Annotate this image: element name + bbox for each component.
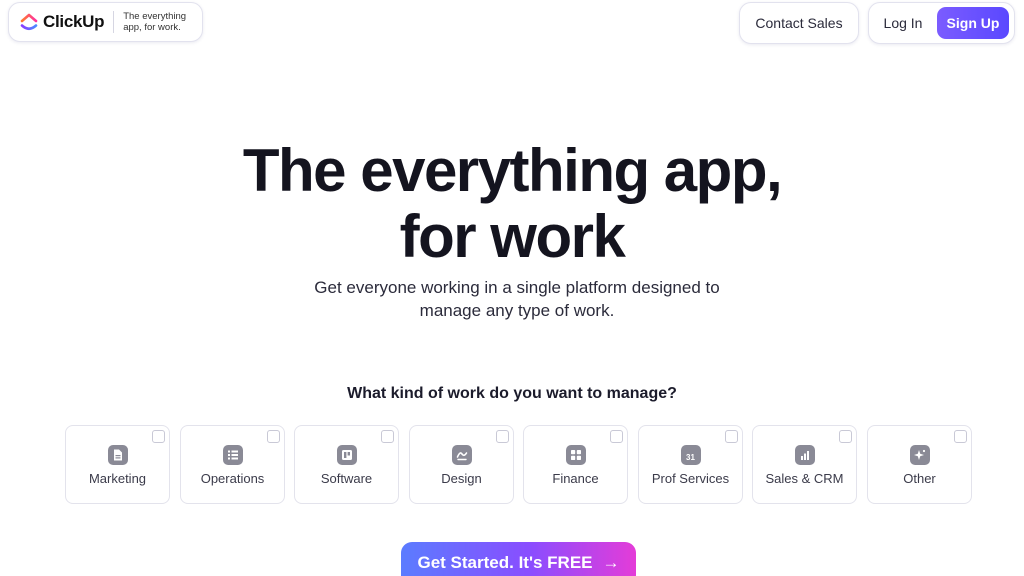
sparkle-icon (909, 445, 930, 465)
checkbox[interactable] (954, 430, 967, 443)
logo-divider (113, 11, 115, 33)
checkbox[interactable] (152, 430, 165, 443)
checkbox[interactable] (725, 430, 738, 443)
work-type-question: What kind of work do you want to manage? (347, 385, 677, 402)
work-type-label: Sales & CRM (765, 471, 844, 486)
hero-subtitle: Get everyone working in a single platfor… (314, 278, 720, 320)
calendar-icon-text: 31 (686, 452, 695, 462)
list-icon (222, 445, 243, 465)
hero-title: The everything app, for work (0, 138, 1024, 270)
arrow-right-icon: → (602, 553, 620, 572)
signup-button[interactable]: Sign Up (937, 7, 1009, 39)
contact-sales-button[interactable]: Contact Sales (739, 2, 859, 44)
brand-name: ClickUp (43, 12, 105, 31)
hero-title-line2: for work (399, 203, 626, 270)
clickup-logo-icon (20, 13, 38, 31)
work-type-label: Finance (552, 471, 599, 486)
work-type-label: Other (903, 471, 936, 486)
work-type-label: Software (320, 471, 373, 486)
work-type-card-marketing[interactable]: Marketing (65, 425, 170, 504)
work-type-card-prof-services[interactable]: 31 Prof Services (638, 425, 743, 504)
work-type-options: Marketing Operations Software Design Fin… (65, 425, 975, 504)
grid-icon (565, 445, 586, 465)
work-type-label: Marketing (88, 471, 147, 486)
board-icon (336, 445, 357, 465)
work-type-card-design[interactable]: Design (409, 425, 514, 504)
login-button[interactable]: Log In (869, 15, 937, 31)
work-type-label: Operations (200, 471, 265, 486)
work-type-label: Design (441, 471, 482, 486)
get-started-label: Get Started. It's FREE (417, 553, 593, 572)
hero-title-line1: The everything app, (242, 137, 783, 204)
auth-group: Log In Sign Up (868, 2, 1015, 44)
brand-tagline: The everything app, for work. (123, 11, 187, 33)
checkbox[interactable] (610, 430, 623, 443)
checkbox[interactable] (839, 430, 852, 443)
pen-icon (451, 445, 472, 465)
document-icon (107, 445, 128, 465)
checkbox[interactable] (496, 430, 509, 443)
logo-link[interactable]: ClickUp The everything app, for work. (8, 2, 203, 42)
checkbox[interactable] (381, 430, 394, 443)
work-type-card-other[interactable]: Other (867, 425, 972, 504)
calendar-icon: 31 (680, 445, 701, 465)
page: ClickUp The everything app, for work. Co… (0, 0, 1024, 576)
work-type-card-finance[interactable]: Finance (523, 425, 628, 504)
work-type-card-operations[interactable]: Operations (180, 425, 285, 504)
get-started-button[interactable]: Get Started. It's FREE → (401, 542, 636, 576)
work-type-card-sales-crm[interactable]: Sales & CRM (752, 425, 857, 504)
work-type-label: Prof Services (651, 471, 730, 486)
checkbox[interactable] (267, 430, 280, 443)
work-type-card-software[interactable]: Software (294, 425, 399, 504)
bar-chart-icon (794, 445, 815, 465)
